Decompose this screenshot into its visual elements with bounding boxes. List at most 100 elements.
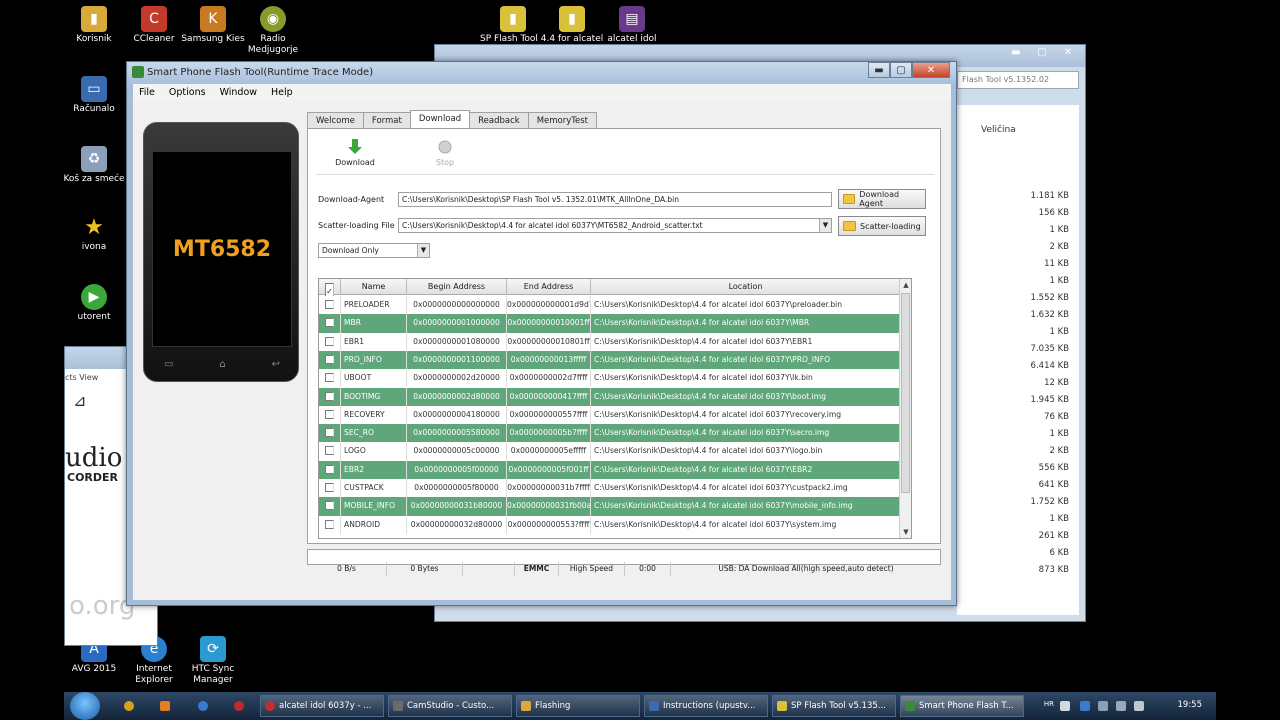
quick-launch-icon[interactable]	[198, 701, 208, 711]
column-header-size[interactable]: Veličina	[981, 125, 1016, 135]
minimize-button[interactable]: ▬	[868, 62, 890, 78]
task-alcatel-browser[interactable]: alcatel idol 6037y - ...	[260, 695, 384, 717]
menu-help[interactable]: Help	[271, 87, 293, 99]
row-checkbox[interactable]: ✓	[319, 497, 341, 516]
desktop-icon-ccleaner[interactable]: C CCleaner	[122, 6, 186, 45]
scatter-loading-button[interactable]: Scatter-loading	[838, 216, 926, 236]
task-instructions[interactable]: Instructions (upustv...	[644, 695, 768, 717]
record-icon[interactable]	[234, 701, 244, 711]
table-row[interactable]: ✓ SEC_RO0x00000000055800000x0000000005b7f…	[319, 424, 901, 443]
language-indicator[interactable]: HR	[1044, 700, 1054, 708]
column-begin-address[interactable]: Begin Address	[407, 279, 507, 295]
row-checkbox[interactable]: ✓	[319, 296, 341, 315]
camstudio-menu[interactable]: cts View	[65, 373, 98, 382]
tray-icon[interactable]	[1080, 701, 1090, 711]
close-icon[interactable]: ✕	[1057, 46, 1079, 60]
menu-file[interactable]: File	[139, 87, 155, 99]
desktop-icon-sp-flash-tool[interactable]: ▮ SP Flash Tool 4.4 for alcatel	[480, 6, 603, 45]
desktop-icon-utorrent[interactable]: ▶ utorent	[62, 284, 126, 323]
desktop-icon-recycle-bin[interactable]: ♻ Koš za smeće	[62, 146, 126, 185]
task-camstudio[interactable]: CamStudio - Custo...	[388, 695, 512, 717]
file-size: 1.945 KB	[1030, 395, 1069, 405]
row-checkbox[interactable]: ✓	[319, 350, 341, 370]
row-checkbox[interactable]: ✓	[319, 332, 341, 351]
tab-readback[interactable]: Readback	[469, 112, 529, 128]
row-checkbox[interactable]: ✓	[319, 387, 341, 406]
column-end-address[interactable]: End Address	[507, 279, 591, 295]
chevron-down-icon[interactable]: ▼	[417, 244, 429, 257]
explorer-address[interactable]: Flash Tool v5.1352.02	[957, 71, 1079, 89]
column-name[interactable]: Name	[341, 279, 407, 295]
desktop-icon-htc-sync[interactable]: ⟳ HTC Sync Manager	[181, 636, 245, 686]
camstudio-tool-icon[interactable]: ⊿	[73, 391, 86, 410]
desktop-icon-alcatel-idol-folder[interactable]: ▮	[540, 6, 604, 34]
download-agent-button[interactable]: Download Agent	[838, 189, 926, 209]
maximize-button[interactable]: ▢	[890, 62, 912, 78]
table-row[interactable]: ✓ MOBILE_INFO0x00000000031b800000x0000000…	[319, 497, 901, 516]
row-checkbox[interactable]: ✓	[319, 405, 341, 425]
table-row[interactable]: ✓ PRELOADER0x00000000000000000x0000000000…	[319, 296, 901, 315]
row-checkbox[interactable]: ✓	[319, 424, 341, 443]
close-button[interactable]: ✕	[912, 62, 950, 78]
cell-name: SEC_RO	[341, 424, 407, 443]
desktop-icon-korisnik[interactable]: ▮ Korisnik	[62, 6, 126, 45]
recycle-bin-icon: ♻	[81, 146, 107, 172]
tab-download[interactable]: Download	[409, 110, 471, 128]
scroll-down-icon[interactable]: ▼	[900, 526, 911, 538]
window-titlebar[interactable]: Smart Phone Flash Tool(Runtime Trace Mod…	[127, 62, 956, 84]
desktop-icon-samsung-kies[interactable]: K Samsung Kies	[181, 6, 245, 45]
chevron-down-icon[interactable]: ▼	[819, 219, 831, 232]
start-button[interactable]	[70, 692, 100, 720]
row-checkbox[interactable]: ✓	[319, 369, 341, 388]
table-row[interactable]: ✓ LOGO0x0000000005c000000x0000000005effff…	[319, 442, 901, 461]
minimize-icon[interactable]: ▬	[1005, 46, 1027, 60]
scroll-up-icon[interactable]: ▲	[900, 279, 911, 291]
table-row[interactable]: ✓ BOOTIMG0x0000000002d800000x000000000417…	[319, 387, 901, 406]
tray-icon[interactable]	[1060, 701, 1070, 711]
desktop-icon-ivona[interactable]: ★ ivona	[62, 214, 126, 253]
column-location[interactable]: Location	[591, 279, 901, 295]
clock[interactable]: 19:55	[1178, 700, 1203, 710]
download-agent-field[interactable]: C:\Users\Korisnik\Desktop\SP Flash Tool …	[398, 192, 832, 207]
tray-icon[interactable]	[1098, 701, 1108, 711]
menu-window[interactable]: Window	[220, 87, 257, 99]
quick-launch-icon[interactable]	[124, 701, 134, 711]
stop-button[interactable]: Stop	[420, 139, 470, 167]
row-checkbox[interactable]: ✓	[319, 479, 341, 498]
download-mode-select[interactable]: Download Only ▼	[318, 243, 430, 258]
scroll-thumb[interactable]	[901, 293, 910, 493]
tab-memorytest[interactable]: MemoryTest	[527, 112, 597, 128]
tab-welcome[interactable]: Welcome	[307, 112, 364, 128]
tab-format[interactable]: Format	[362, 112, 411, 128]
network-icon[interactable]	[1116, 701, 1126, 711]
menu-options[interactable]: Options	[169, 87, 206, 99]
download-button[interactable]: Download	[330, 139, 380, 167]
volume-icon[interactable]	[1134, 701, 1144, 711]
flash-tool-window[interactable]: Smart Phone Flash Tool(Runtime Trace Mod…	[126, 61, 957, 606]
table-row[interactable]: ✓ ANDROID0x00000000032d800000x00000000055…	[319, 515, 901, 534]
table-row[interactable]: ✓ EBR10x00000000010800000x00000000010801f…	[319, 332, 901, 351]
row-checkbox[interactable]: ✓	[319, 314, 341, 333]
select-all-checkbox[interactable]: ✓	[319, 279, 341, 299]
task-smart-phone-flash-tool[interactable]: Smart Phone Flash T...	[900, 695, 1024, 717]
table-row[interactable]: ✓ MBR0x00000000010000000x00000000010001ff…	[319, 314, 901, 333]
table-scrollbar[interactable]: ▲ ▼	[899, 279, 911, 538]
desktop-icon-radio-medjugorje[interactable]: ◉ Radio Medjugorje	[241, 6, 305, 56]
table-row[interactable]: ✓ EBR20x0000000005f000000x0000000005f001f…	[319, 460, 901, 479]
window-title: Smart Phone Flash Tool(Runtime Trace Mod…	[147, 67, 374, 78]
maximize-icon[interactable]: ▢	[1031, 46, 1053, 60]
vlc-icon[interactable]	[160, 701, 170, 711]
task-flashing[interactable]: Flashing	[516, 695, 640, 717]
cell-loc: C:\Users\Korisnik\Desktop\4.4 for alcate…	[591, 424, 901, 443]
row-checkbox[interactable]: ✓	[319, 515, 341, 534]
task-sp-flash-tool-folder[interactable]: SP Flash Tool v5.135...	[772, 695, 896, 717]
table-row[interactable]: ✓ PRO_INFO0x00000000011000000x00000000013…	[319, 350, 901, 370]
scatter-loading-field[interactable]: C:\Users\Korisnik\Desktop\4.4 for alcate…	[398, 218, 832, 233]
row-checkbox[interactable]: ✓	[319, 460, 341, 479]
table-row[interactable]: ✓ UBOOT0x0000000002d200000x0000000002d7ff…	[319, 369, 901, 388]
table-row[interactable]: ✓ RECOVERY0x00000000041800000x00000000055…	[319, 405, 901, 425]
desktop-icon-alcatel-idol[interactable]: ▤ alcatel idol	[600, 6, 664, 45]
desktop-icon-racunalo[interactable]: ▭ Računalo	[62, 76, 126, 115]
row-checkbox[interactable]: ✓	[319, 442, 341, 461]
table-row[interactable]: ✓ CUSTPACK0x0000000005f800000x00000000031…	[319, 479, 901, 498]
